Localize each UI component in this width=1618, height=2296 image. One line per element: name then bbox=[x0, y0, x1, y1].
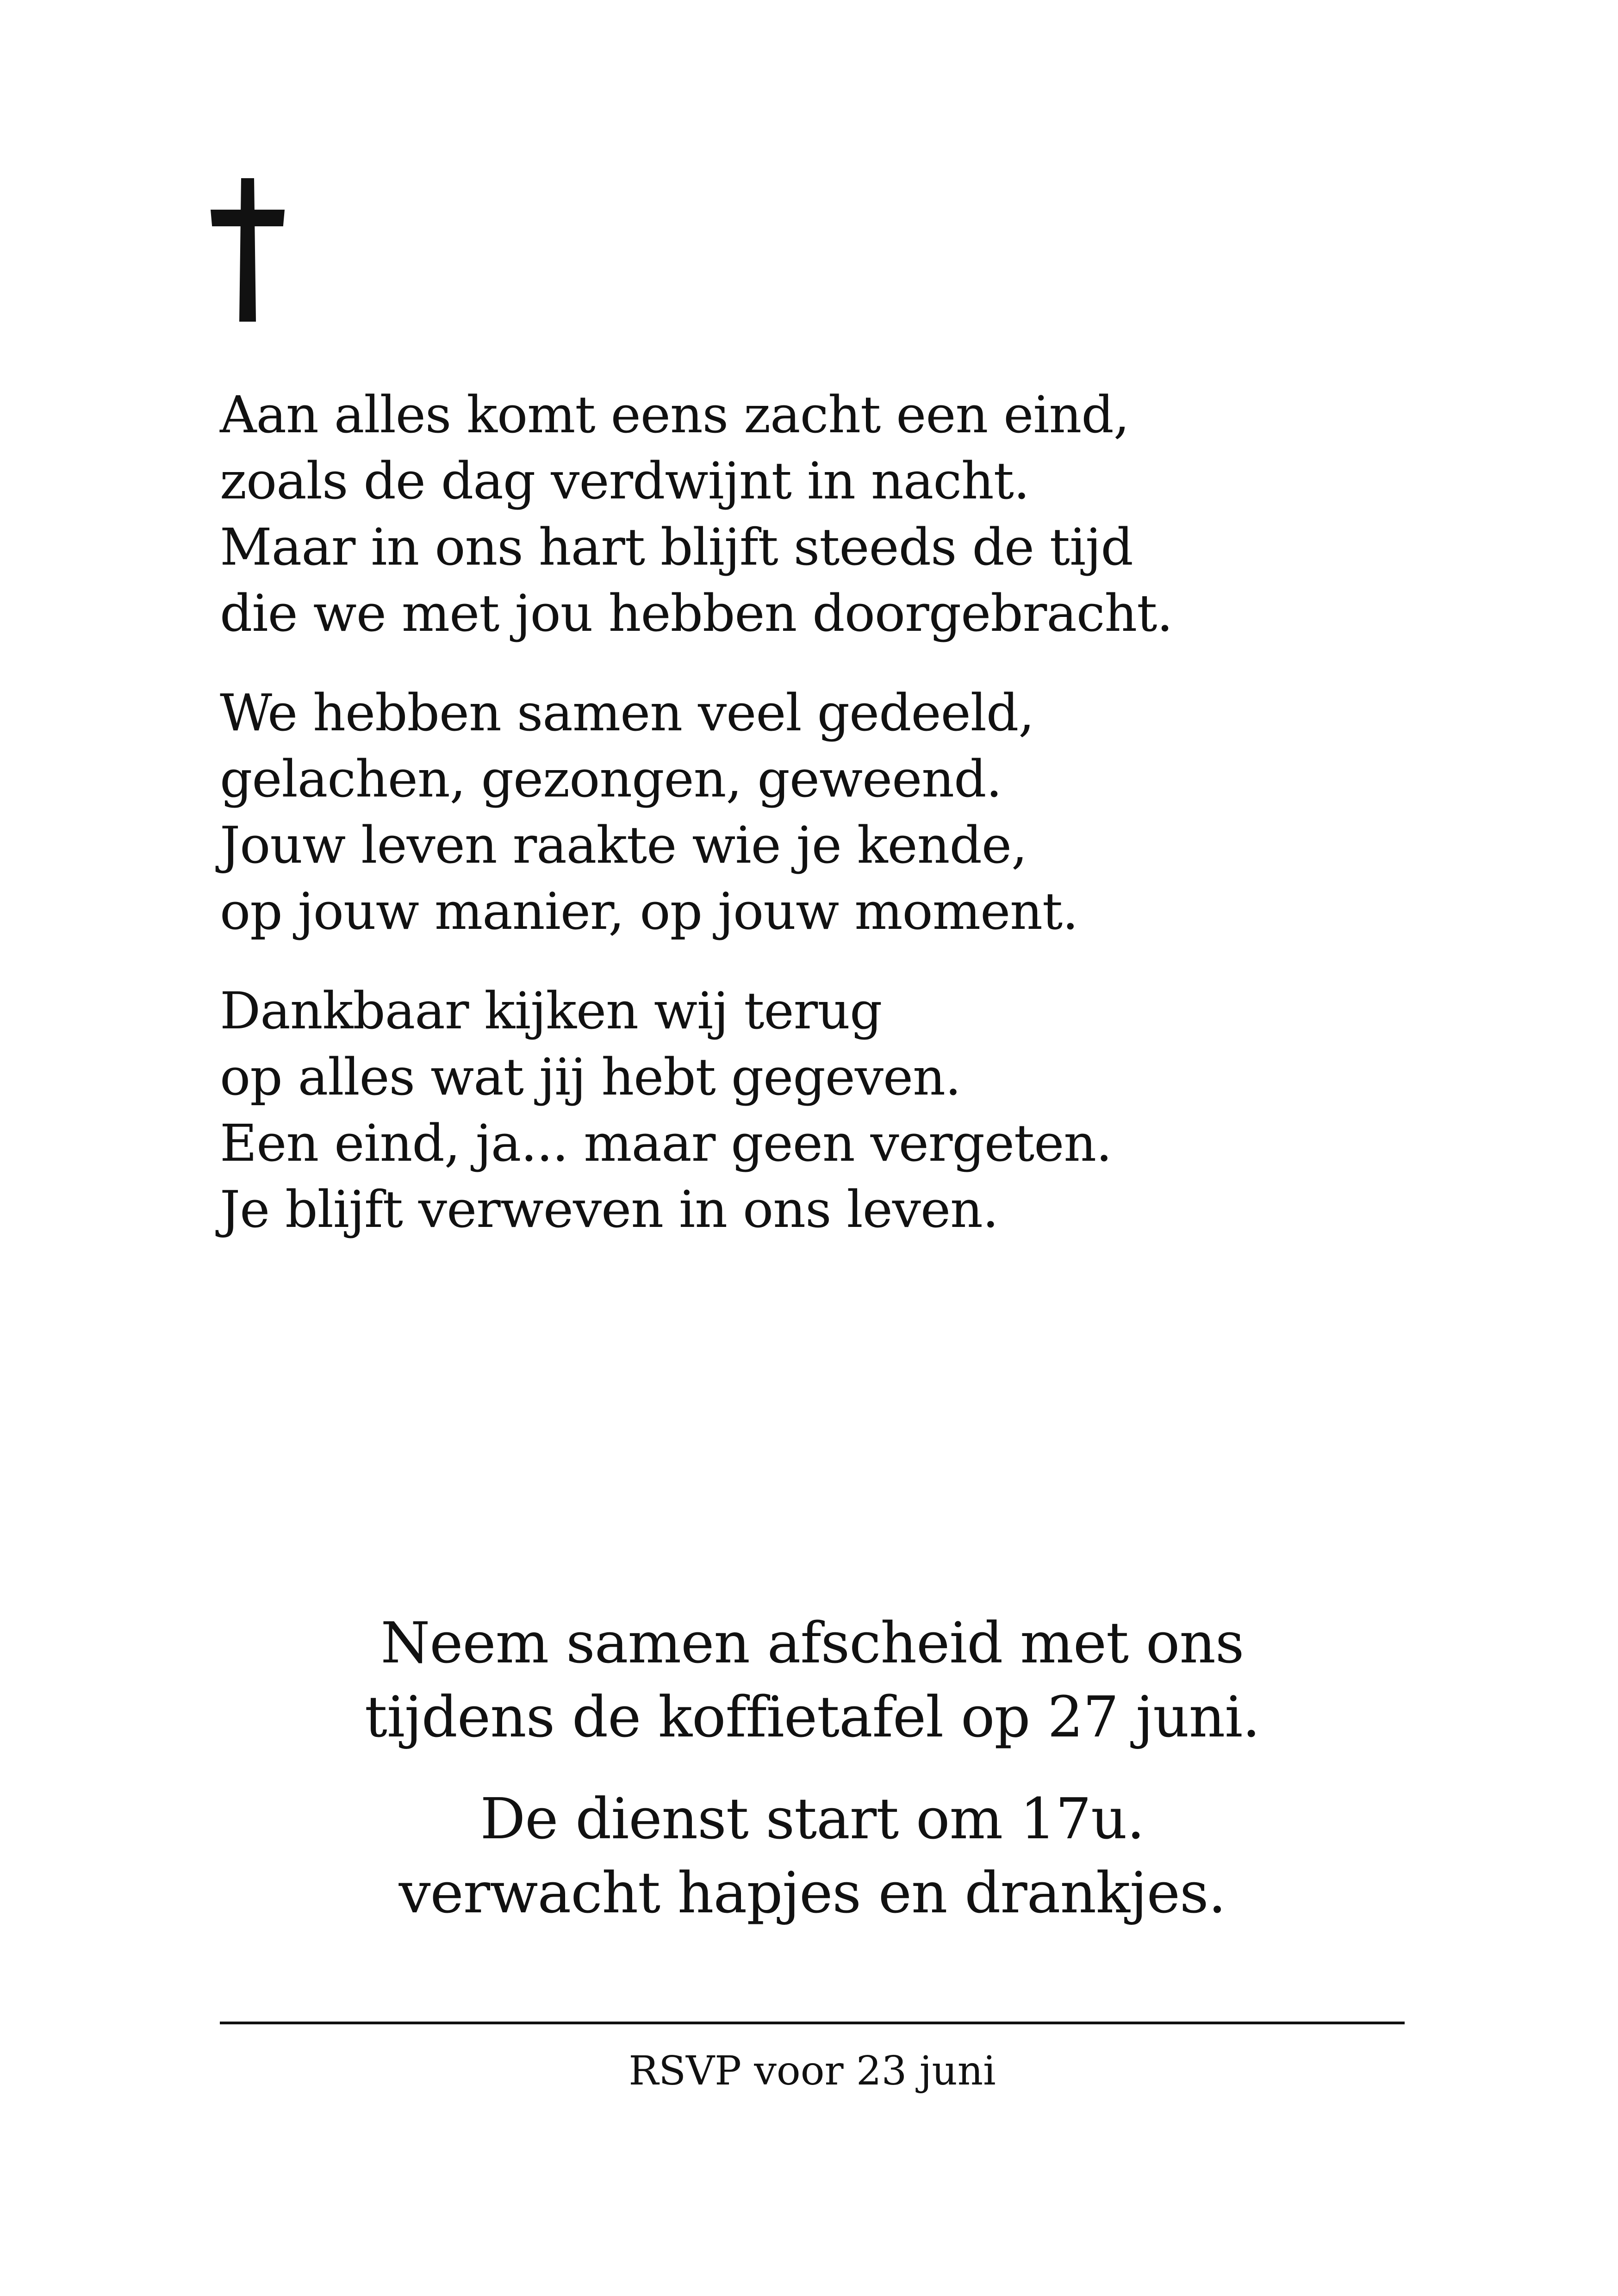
poem: Aan alles komt eens zacht een eind, zoal… bbox=[220, 382, 1423, 1276]
poem-line: Jouw leven raakte wie je kende, bbox=[220, 815, 1027, 875]
divider bbox=[220, 2022, 1405, 2024]
poem-line: op alles wat jij hebt gegeven. bbox=[220, 1047, 961, 1107]
invitation-line: verwacht hapjes en drankjes. bbox=[398, 1860, 1226, 1926]
poem-stanza-2: We hebben samen veel gedeeld, gelachen, … bbox=[220, 680, 1423, 945]
poem-line: die we met jou hebben doorgebracht. bbox=[220, 584, 1173, 643]
poem-stanza-1: Aan alles komt eens zacht een eind, zoal… bbox=[220, 382, 1423, 647]
invitation-line: tijdens de koffietafel op 27 juni. bbox=[364, 1684, 1260, 1750]
poem-line: gelachen, gezongen, geweend. bbox=[220, 749, 1002, 809]
poem-line: op jouw manier, op jouw moment. bbox=[220, 882, 1078, 941]
invitation-block-farewell: Neem samen afscheid met ons tijdens de k… bbox=[220, 1606, 1405, 1754]
rsvp-note: RSVP voor 23 juni bbox=[629, 2048, 996, 2094]
poem-line: Je blijft verweven in ons leven. bbox=[220, 1180, 999, 1239]
poem-line: Maar in ons hart blijft steeds de tijd bbox=[220, 517, 1133, 577]
invitation-line: De dienst start om 17u. bbox=[480, 1786, 1145, 1852]
cross-icon bbox=[211, 178, 285, 322]
poem-line: Een eind, ja... maar geen vergeten. bbox=[220, 1114, 1112, 1173]
poem-stanza-3: Dankbaar kijken wij terug op alles wat j… bbox=[220, 978, 1423, 1243]
poem-line: zoals de dag verdwijnt in nacht. bbox=[220, 451, 1030, 510]
poem-line: Dankbaar kijken wij terug bbox=[220, 981, 882, 1040]
poem-line: We hebben samen veel gedeeld, bbox=[220, 683, 1034, 742]
poem-line: Aan alles komt eens zacht een eind, bbox=[220, 385, 1130, 444]
invitation-block-service: De dienst start om 17u. verwacht hapjes … bbox=[220, 1782, 1405, 1930]
invitation-line: Neem samen afscheid met ons bbox=[380, 1610, 1244, 1676]
